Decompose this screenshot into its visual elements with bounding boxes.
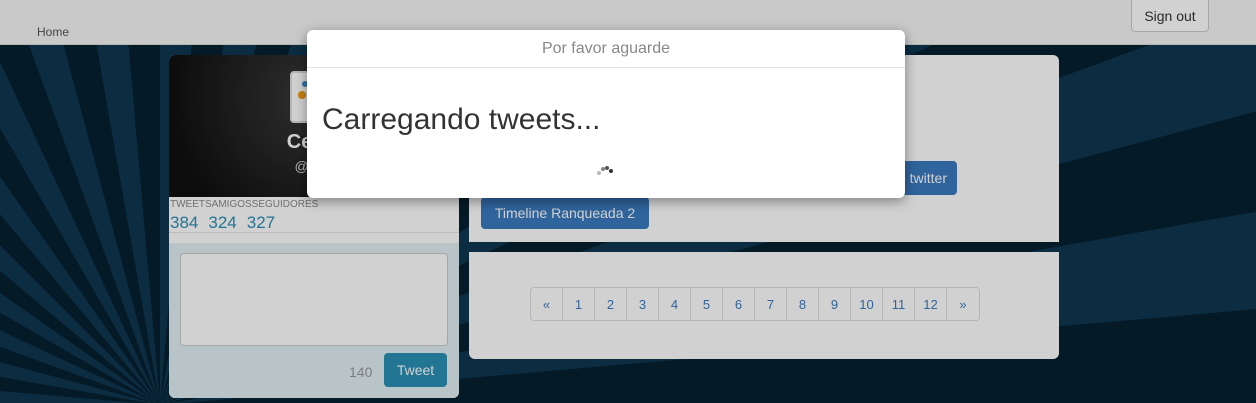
loading-spinner-icon <box>597 166 613 178</box>
modal-message: Carregando tweets... <box>322 103 601 136</box>
modal-title: Por favor aguarde <box>307 30 905 68</box>
loading-modal: Por favor aguarde Carregando tweets... <box>307 30 905 198</box>
